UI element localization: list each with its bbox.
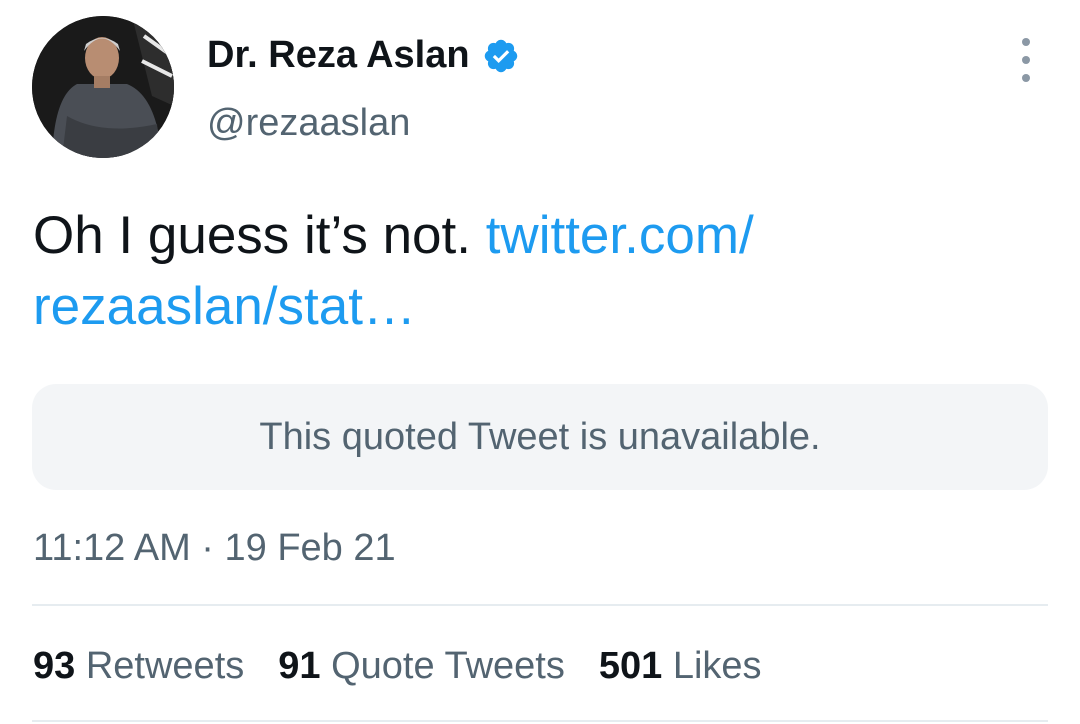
- tweet-text: Oh I guess it’s not. twitter.com/rezaasl…: [33, 200, 1033, 342]
- retweets-count: 93: [33, 645, 76, 687]
- retweets-label: Retweets: [85, 645, 245, 687]
- quote-tweets-label: Quote Tweets: [331, 645, 565, 687]
- divider: [32, 720, 1048, 722]
- likes-stat[interactable]: 501 Likes: [599, 645, 762, 688]
- tweet-body: Oh I guess it’s not.: [33, 206, 486, 265]
- retweets-stat[interactable]: 93 Retweets: [33, 645, 244, 688]
- more-dot: [1022, 74, 1030, 82]
- more-dot: [1022, 56, 1030, 64]
- more-options-icon[interactable]: [1010, 38, 1042, 82]
- author-handle[interactable]: @rezaaslan: [207, 102, 410, 145]
- display-name-text: Dr. Reza Aslan: [207, 34, 470, 76]
- avatar[interactable]: [32, 16, 174, 158]
- quoted-tweet-message: This quoted Tweet is unavailable.: [259, 415, 821, 458]
- tweet-link-part2: rezaaslan/stat…: [33, 277, 416, 336]
- quote-tweets-stat[interactable]: 91 Quote Tweets: [278, 645, 565, 688]
- tweet-stats: 93 Retweets 91 Quote Tweets 501 Likes: [33, 645, 796, 688]
- avatar-photo: [32, 16, 174, 158]
- tweet-link-part1: twitter.com/: [485, 206, 754, 265]
- likes-label: Likes: [672, 645, 762, 687]
- more-dot: [1022, 38, 1030, 46]
- likes-count: 501: [598, 645, 663, 687]
- tweet-timestamp[interactable]: 11:12 AM · 19 Feb 21: [33, 527, 396, 570]
- quoted-tweet-unavailable: This quoted Tweet is unavailable.: [32, 384, 1048, 490]
- display-name[interactable]: Dr. Reza Aslan: [207, 34, 520, 77]
- divider: [32, 604, 1048, 606]
- verified-badge-icon: [482, 37, 520, 75]
- quote-tweets-count: 91: [278, 645, 321, 687]
